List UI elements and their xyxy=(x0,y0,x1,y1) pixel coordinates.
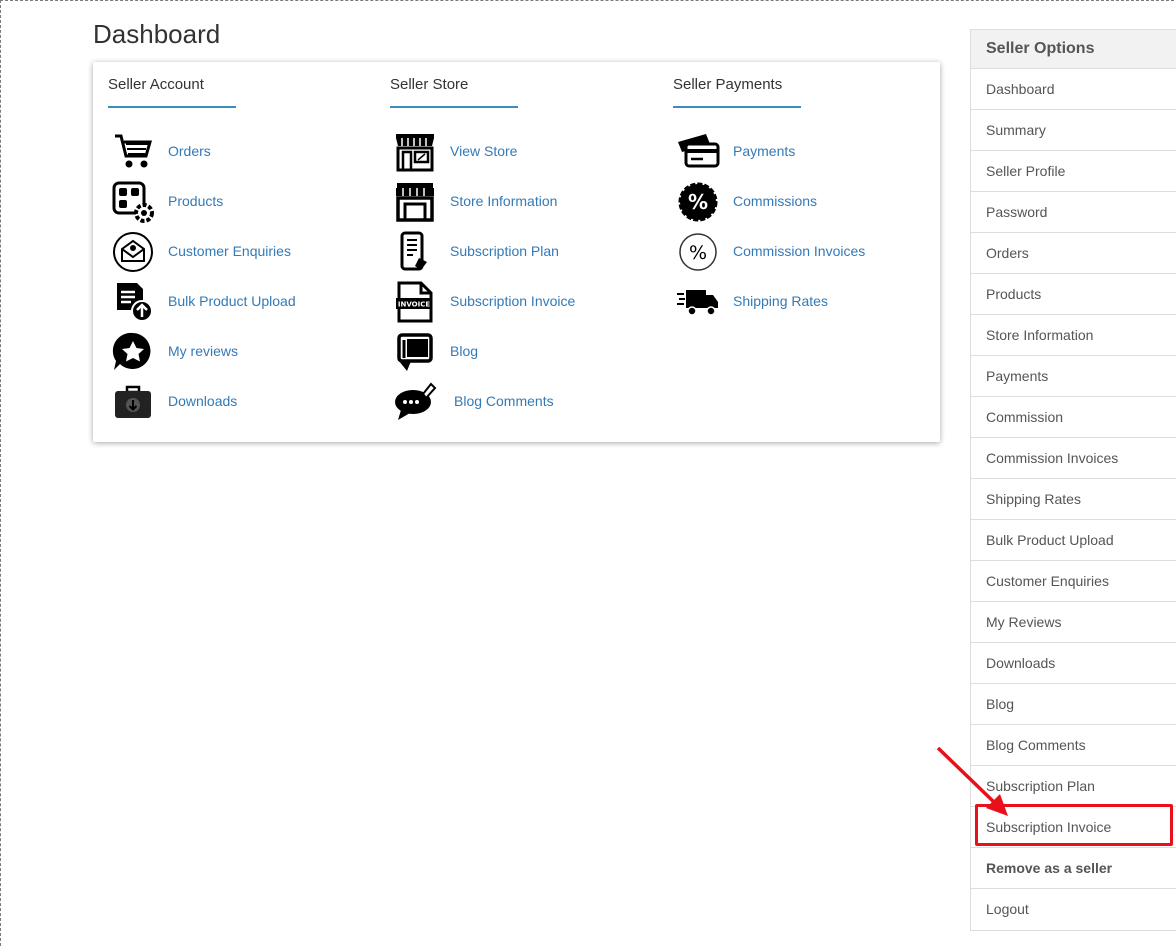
comment-bubble-icon xyxy=(393,380,437,424)
percent-circle-icon: % xyxy=(676,230,720,274)
svg-text:%: % xyxy=(689,242,707,264)
dashboard-link-label: Subscription Plan xyxy=(450,243,559,259)
dashboard-link-label: Downloads xyxy=(168,393,238,409)
dashboard-link-label: View Store xyxy=(450,143,518,159)
products-gear-icon xyxy=(111,180,155,224)
store-info-icon xyxy=(393,180,437,224)
sidebar-item-bulk-product-upload[interactable]: Bulk Product Upload xyxy=(971,520,1176,561)
dashboard-card: Seller Account Orders Products Customer … xyxy=(93,62,940,442)
column-title: Seller Store xyxy=(390,76,469,93)
dashboard-link-bulk-product-upload[interactable]: Bulk Product Upload xyxy=(111,280,371,324)
sidebar-item-commission-invoices[interactable]: Commission Invoices xyxy=(971,438,1176,479)
dashboard-link-products[interactable]: Products xyxy=(111,180,371,224)
sidebar-item-password[interactable]: Password xyxy=(971,192,1176,233)
dashboard-link-payments[interactable]: Payments xyxy=(676,130,936,174)
dashboard-link-downloads[interactable]: Downloads xyxy=(111,380,371,424)
dashboard-link-label: Products xyxy=(168,193,224,209)
dashboard-link-my-reviews[interactable]: My reviews xyxy=(111,330,371,374)
dashboard-link-label: Orders xyxy=(168,143,211,159)
sidebar-item-dashboard[interactable]: Dashboard xyxy=(971,69,1176,110)
dashboard-link-subscription-invoice[interactable]: INVOICE Subscription Invoice xyxy=(393,280,653,324)
dashboard-link-label: Customer Enquiries xyxy=(168,243,291,259)
dashboard-link-orders[interactable]: Orders xyxy=(111,130,371,174)
column-title: Seller Account xyxy=(108,76,204,93)
dashboard-link-label: Store Information xyxy=(450,193,558,209)
download-box-icon xyxy=(111,380,155,424)
svg-text:INVOICE: INVOICE xyxy=(398,301,430,309)
dashboard-link-label: Payments xyxy=(733,143,796,159)
dashboard-link-subscription-plan[interactable]: Subscription Plan xyxy=(393,230,653,274)
page-title: Dashboard xyxy=(93,19,221,49)
upload-document-icon xyxy=(111,280,155,324)
column-title: Seller Payments xyxy=(673,76,783,93)
dashboard-link-label: Blog Comments xyxy=(454,393,554,409)
dashboard-link-shipping-rates[interactable]: Shipping Rates xyxy=(676,280,936,324)
dashboard-link-label: Commissions xyxy=(733,193,818,209)
dashboard-link-commissions[interactable]: % Commissions xyxy=(676,180,936,224)
storefront-icon xyxy=(393,130,437,174)
dashboard-link-store-information[interactable]: Store Information xyxy=(393,180,653,224)
sidebar-item-seller-profile[interactable]: Seller Profile xyxy=(971,151,1176,192)
sidebar-item-orders[interactable]: Orders xyxy=(971,233,1176,274)
column-underline xyxy=(673,106,801,108)
column-underline xyxy=(108,106,236,108)
sidebar-item-downloads[interactable]: Downloads xyxy=(971,643,1176,684)
sidebar-item-shipping-rates[interactable]: Shipping Rates xyxy=(971,479,1176,520)
sidebar-item-commission[interactable]: Commission xyxy=(971,397,1176,438)
delivery-truck-icon xyxy=(676,280,720,324)
mobile-plan-icon xyxy=(393,230,437,274)
percent-badge-icon: % xyxy=(676,180,720,224)
dashboard-link-label: Shipping Rates xyxy=(733,293,828,309)
invoice-icon: INVOICE xyxy=(393,280,437,324)
card-payment-icon xyxy=(676,130,720,174)
dashboard-link-label: Blog xyxy=(450,343,479,359)
dashboard-link-label: Bulk Product Upload xyxy=(168,293,296,309)
sidebar-header: Seller Options xyxy=(971,30,1176,69)
svg-text:%: % xyxy=(688,190,708,214)
sidebar-item-logout[interactable]: Logout xyxy=(971,889,1176,930)
sidebar-item-store-information[interactable]: Store Information xyxy=(971,315,1176,356)
dashboard-link-label: Subscription Invoice xyxy=(450,293,576,309)
envelope-icon xyxy=(111,230,155,274)
column-underline xyxy=(390,106,518,108)
dashboard-link-blog-comments[interactable]: Blog Comments xyxy=(393,380,653,424)
dashboard-link-label: My reviews xyxy=(168,343,239,359)
sidebar-item-products[interactable]: Products xyxy=(971,274,1176,315)
cart-icon xyxy=(111,130,155,174)
star-badge-icon xyxy=(111,330,155,374)
sidebar-item-customer-enquiries[interactable]: Customer Enquiries xyxy=(971,561,1176,602)
sidebar-item-remove-as-seller[interactable]: Remove as a seller xyxy=(971,848,1176,889)
blog-book-icon xyxy=(393,330,437,374)
dashboard-link-commission-invoices[interactable]: % Commission Invoices xyxy=(676,230,936,274)
dashboard-link-view-store[interactable]: View Store xyxy=(393,130,653,174)
annotation-arrow-icon xyxy=(936,746,1008,816)
dashboard-link-blog[interactable]: Blog xyxy=(393,330,653,374)
sidebar-item-summary[interactable]: Summary xyxy=(971,110,1176,151)
dashboard-link-label: Commission Invoices xyxy=(733,243,866,259)
sidebar-item-blog[interactable]: Blog xyxy=(971,684,1176,725)
dashboard-link-customer-enquiries[interactable]: Customer Enquiries xyxy=(111,230,371,274)
sidebar-item-my-reviews[interactable]: My Reviews xyxy=(971,602,1176,643)
sidebar-item-payments[interactable]: Payments xyxy=(971,356,1176,397)
